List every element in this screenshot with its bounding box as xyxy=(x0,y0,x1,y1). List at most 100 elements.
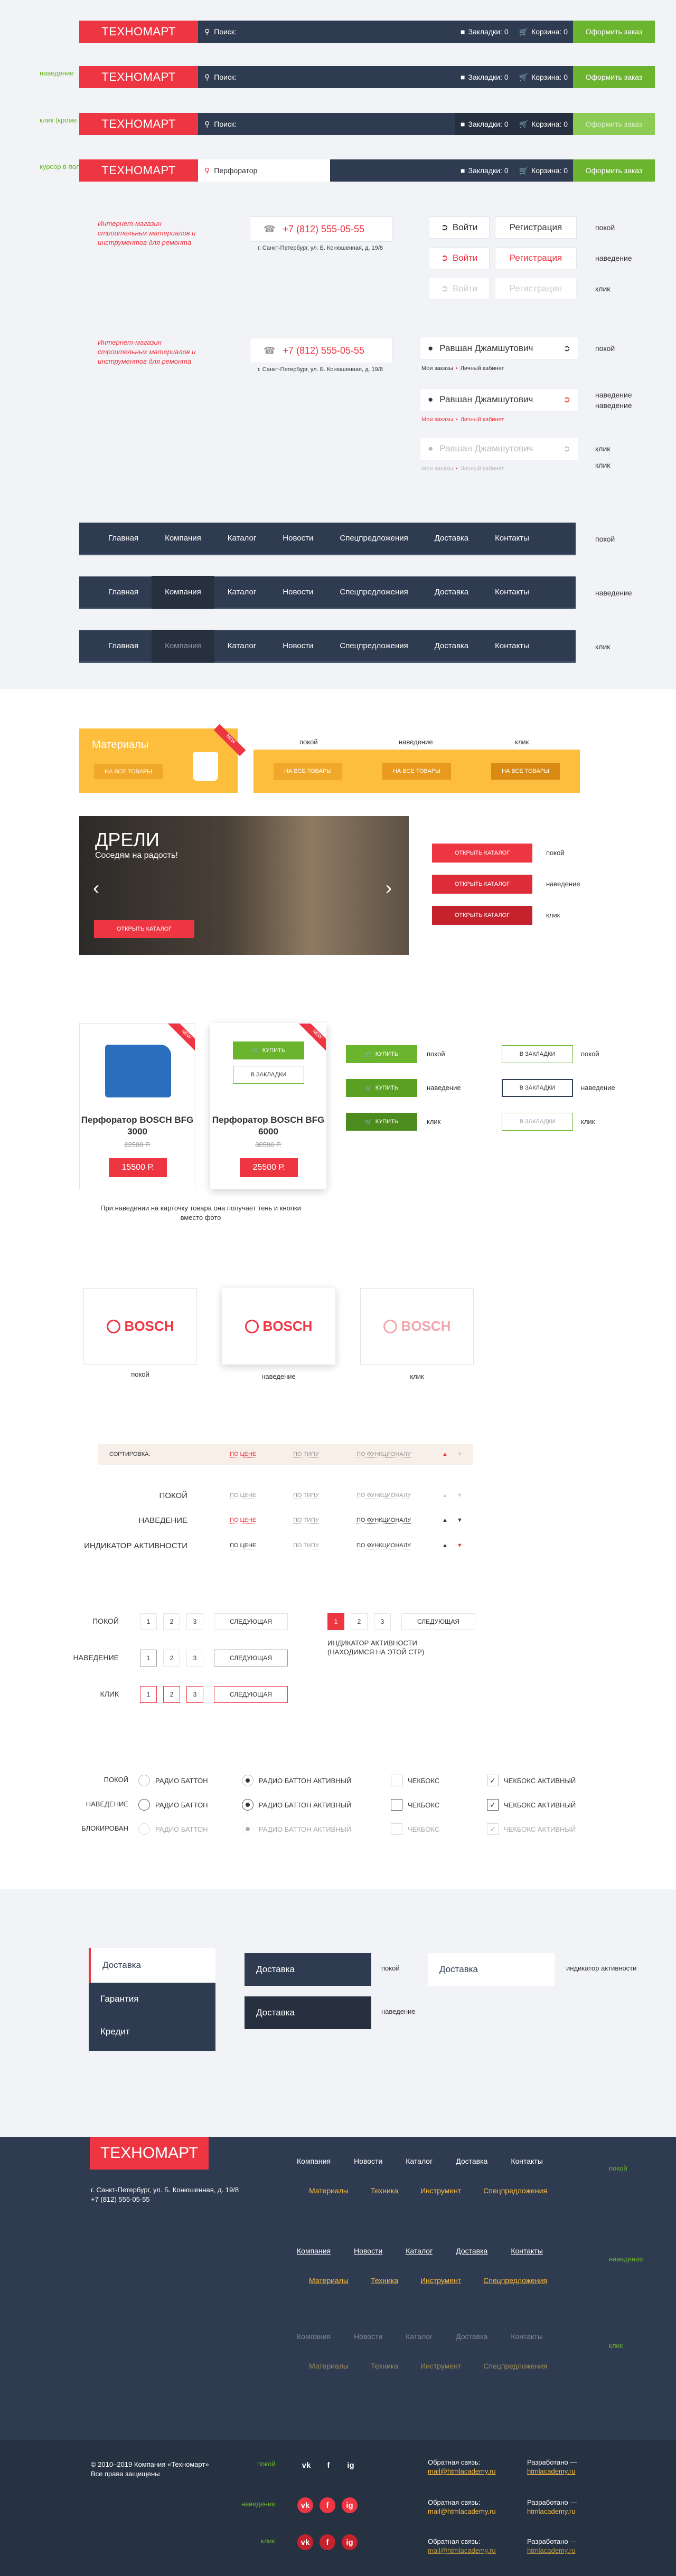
footer-nav-item[interactable]: Новости xyxy=(354,2332,382,2341)
sort-asc-icon[interactable]: ▲ xyxy=(442,1542,448,1549)
footer-nav-item[interactable]: Спецпредложения xyxy=(483,2186,547,2195)
radio-button[interactable]: РАДИО БАТТОН xyxy=(138,1775,208,1786)
bookmark-button[interactable]: В ЗАКЛАДКИ xyxy=(502,1045,573,1063)
tab-delivery[interactable]: Доставка xyxy=(245,1953,371,1986)
vk-icon[interactable]: vk xyxy=(297,2497,313,2513)
footer-logo[interactable]: ТЕХНОМАРТ xyxy=(90,2137,209,2170)
sort-by-function[interactable]: ПО ФУНКЦИОНАЛУ xyxy=(356,1451,411,1458)
cart-link[interactable]: 🛒 Корзина: 0 xyxy=(514,21,573,43)
checkbox-active[interactable]: ✓ ЧЕКБОКС АКТИВНЫЙ xyxy=(487,1775,576,1786)
open-catalog-button[interactable]: ОТКРЫТЬ КАТАЛОГ xyxy=(94,920,194,938)
footer-nav-item[interactable]: Материалы xyxy=(309,2186,349,2195)
footer-nav-item[interactable]: Каталог xyxy=(406,2157,433,2165)
login-button[interactable]: ➲ Войти xyxy=(429,216,490,239)
sort-desc-icon[interactable]: ▼ xyxy=(457,1517,463,1523)
register-button[interactable]: Регистрация xyxy=(495,216,577,239)
chevron-right-icon[interactable]: › xyxy=(386,877,392,899)
footer-nav-item[interactable]: Материалы xyxy=(309,2362,349,2370)
footer-nav-item[interactable]: Контакты xyxy=(511,2332,542,2341)
nav-item[interactable]: Контакты xyxy=(482,576,542,609)
sort-asc-icon[interactable]: ▲ xyxy=(442,1517,448,1523)
tab-warranty[interactable]: Гарантия xyxy=(89,1983,215,2015)
register-button-hover[interactable]: Регистрация xyxy=(495,247,577,269)
nav-item[interactable]: Главная xyxy=(95,576,152,609)
next-page-button[interactable]: СЛЕДУЮЩАЯ xyxy=(214,1613,288,1630)
footer-nav-item[interactable]: Контакты xyxy=(511,2157,542,2165)
vk-icon[interactable]: vk xyxy=(298,2457,314,2473)
product-card-hover[interactable]: 🛒 КУПИТЬ В ЗАКЛАДКИ NEW Перфоратор BOSCH … xyxy=(210,1023,326,1189)
sort-desc-icon[interactable]: ▼ xyxy=(457,1451,463,1457)
checkbox[interactable]: ЧЕКБОКС xyxy=(391,1775,439,1786)
nav-item[interactable]: Компания xyxy=(152,629,214,662)
footer-nav-item[interactable]: Компания xyxy=(297,2157,331,2165)
nav-item[interactable]: Главная xyxy=(95,522,152,555)
page-button[interactable]: 2 xyxy=(351,1613,368,1630)
register-button-click[interactable]: Регистрация xyxy=(495,278,577,300)
sort-by-price[interactable]: ПО ЦЕНЕ xyxy=(230,1542,257,1549)
dev-link[interactable]: htmlacademy.ru xyxy=(527,2467,577,2476)
bookmark-button-click[interactable]: В ЗАКЛАДКИ xyxy=(502,1113,573,1131)
mail-link[interactable]: mail@htmlacademy.ru xyxy=(428,2546,496,2555)
open-catalog-button-click[interactable]: ОТКРЫТЬ КАТАЛОГ xyxy=(432,906,532,925)
login-button-hover[interactable]: ➲ Войти xyxy=(429,247,490,269)
footer-nav-item[interactable]: Инструмент xyxy=(420,2276,461,2285)
order-button[interactable]: Оформить заказ xyxy=(573,66,655,88)
tab-credit[interactable]: Кредит xyxy=(89,2015,215,2048)
sort-by-price[interactable]: ПО ЦЕНЕ xyxy=(230,1492,257,1499)
nav-item[interactable]: Компания xyxy=(152,522,214,555)
nav-item[interactable]: Доставка xyxy=(421,576,482,609)
logo[interactable]: ТЕХНОМАРТ xyxy=(79,66,198,88)
sort-by-type[interactable]: ПО ТИПУ xyxy=(293,1542,320,1549)
brand-card[interactable]: BOSCH xyxy=(83,1288,197,1365)
nav-item[interactable]: Контакты xyxy=(482,522,542,555)
sort-asc-icon[interactable]: ▲ xyxy=(442,1492,448,1499)
sort-desc-icon[interactable]: ▼ xyxy=(457,1542,463,1549)
order-button[interactable]: Оформить заказ xyxy=(573,159,655,182)
radio-button-active-hover[interactable]: РАДИО БАТТОН АКТИВНЫЙ xyxy=(242,1799,352,1811)
radio-button-active[interactable]: РАДИО БАТТОН АКТИВНЫЙ xyxy=(242,1775,352,1786)
nav-item[interactable]: Спецпредложения xyxy=(326,522,421,555)
page-button[interactable]: 3 xyxy=(186,1650,203,1666)
sort-by-function[interactable]: ПО ФУНКЦИОНАЛУ xyxy=(356,1492,411,1499)
page-button[interactable]: 3 xyxy=(186,1613,203,1630)
nav-item[interactable]: Новости xyxy=(269,522,326,555)
facebook-icon[interactable]: f xyxy=(321,2457,336,2473)
user-box-hover[interactable]: ● Равшан Джамшутович ➲ xyxy=(420,388,578,411)
footer-nav-item[interactable]: Техника xyxy=(371,2362,398,2370)
open-catalog-button-hover[interactable]: ОТКРЫТЬ КАТАЛОГ xyxy=(432,875,532,894)
sort-by-type[interactable]: ПО ТИПУ xyxy=(293,1451,320,1458)
instagram-icon[interactable]: ig xyxy=(343,2457,359,2473)
nav-item[interactable]: Каталог xyxy=(214,576,270,609)
nav-item[interactable]: Спецпредложения xyxy=(326,630,421,662)
page-button[interactable]: 3 xyxy=(374,1613,391,1630)
logo[interactable]: ТЕХНОМАРТ xyxy=(79,159,198,182)
nav-item[interactable]: Доставка xyxy=(421,522,482,555)
user-box-click[interactable]: ● Равшан Джамшутович ➲ xyxy=(420,437,578,460)
materials-block[interactable]: Материалы НА ВСЕ ТОВАРЫ NEW xyxy=(79,724,246,793)
open-catalog-button[interactable]: ОТКРЫТЬ КАТАЛОГ xyxy=(432,844,532,863)
order-button[interactable]: Оформить заказ xyxy=(573,113,655,135)
footer-nav-item[interactable]: Доставка xyxy=(456,2157,487,2165)
nav-item[interactable]: Каталог xyxy=(214,630,270,662)
footer-nav-item[interactable]: Доставка xyxy=(456,2332,487,2341)
footer-nav-item[interactable]: Материалы xyxy=(309,2276,349,2285)
checkbox-active-hover[interactable]: ✓ ЧЕКБОКС АКТИВНЫЙ xyxy=(487,1799,576,1811)
page-button[interactable]: 1 xyxy=(140,1686,157,1703)
cart-link[interactable]: 🛒 Корзина: 0 xyxy=(513,113,573,135)
mail-link[interactable]: mail@htmlacademy.ru xyxy=(428,2467,496,2476)
brand-card-hover[interactable]: BOSCH xyxy=(222,1288,335,1365)
all-products-button[interactable]: НА ВСЕ ТОВАРЫ xyxy=(94,764,163,779)
page-button-active[interactable]: 1 xyxy=(327,1613,344,1630)
nav-item[interactable]: Доставка xyxy=(421,630,482,662)
footer-nav-item[interactable]: Спецпредложения xyxy=(483,2276,547,2285)
order-button[interactable]: Оформить заказ xyxy=(573,21,655,43)
instagram-icon[interactable]: ig xyxy=(342,2497,358,2513)
page-button[interactable]: 1 xyxy=(140,1650,157,1666)
all-products-button-hover[interactable]: НА ВСЕ ТОВАРЫ xyxy=(382,763,451,780)
page-button[interactable]: 2 xyxy=(163,1613,180,1630)
nav-item[interactable]: Контакты xyxy=(482,630,542,662)
nav-item[interactable]: Спецпредложения xyxy=(326,576,421,609)
next-page-button[interactable]: СЛЕДУЮЩАЯ xyxy=(214,1650,288,1666)
bookmarks-link[interactable]: ■ Закладки: 0 xyxy=(455,113,514,135)
search-input[interactable]: ⚲ Поиск: xyxy=(198,21,330,43)
